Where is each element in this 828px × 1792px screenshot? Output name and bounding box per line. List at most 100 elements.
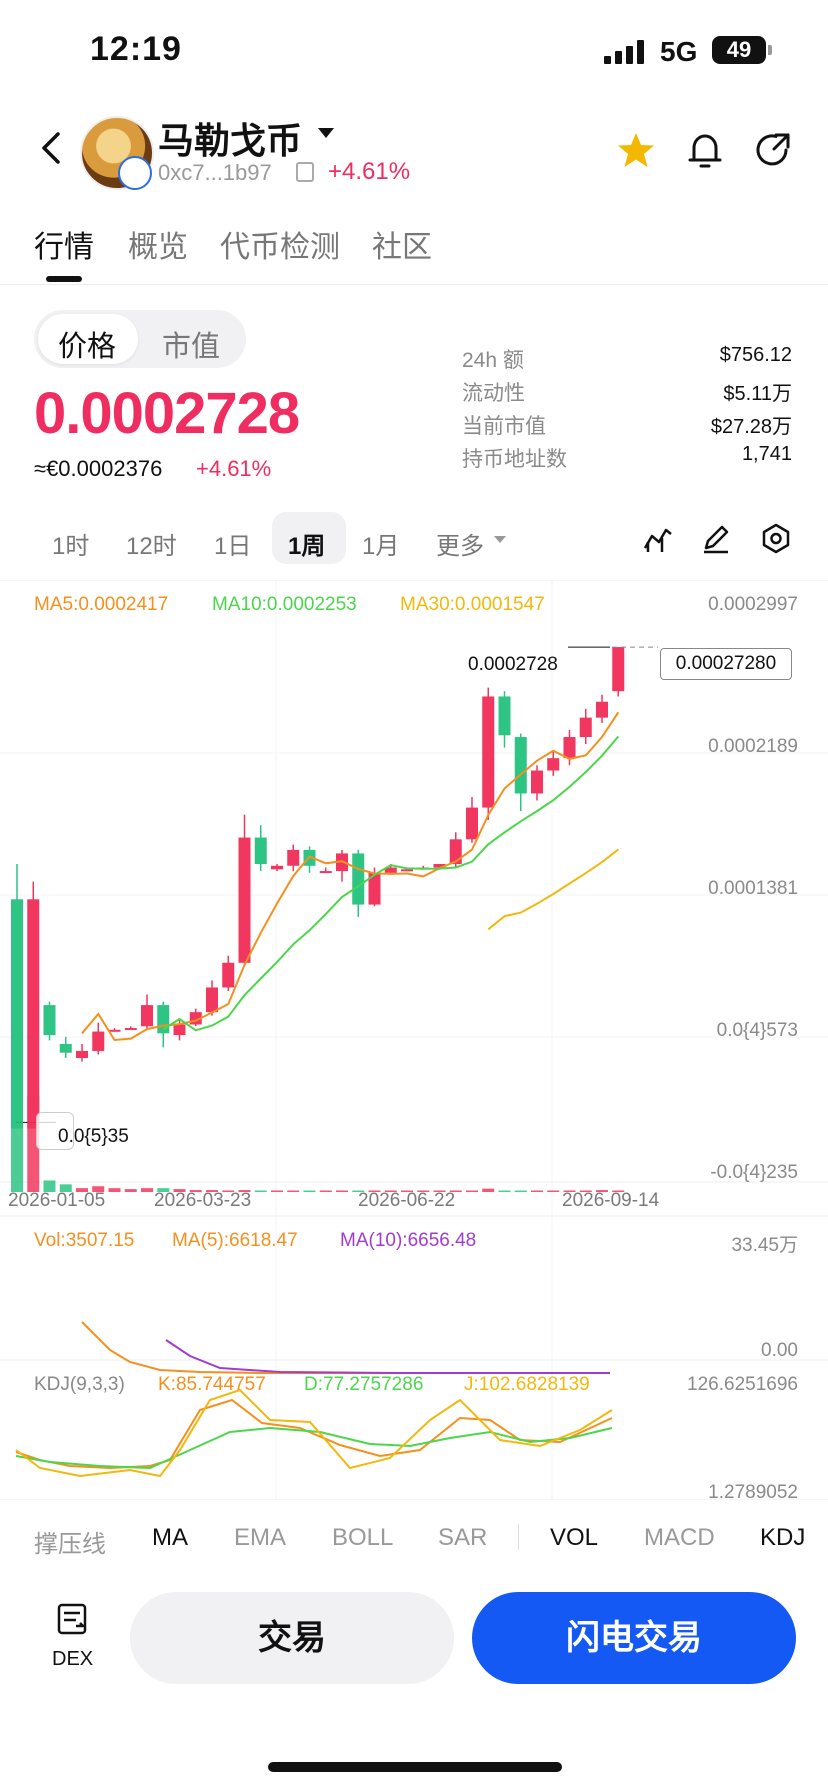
toggle-market-cap[interactable]: 市值 [162, 323, 220, 365]
dex-icon[interactable] [56, 1602, 90, 1638]
indicator-ma[interactable]: MA [152, 1524, 188, 1552]
volume-bar [547, 1190, 560, 1192]
volume-bar [482, 1188, 495, 1192]
chevron-down-icon[interactable] [318, 128, 334, 138]
indicator-support-resistance[interactable]: 撑压线 [34, 1524, 106, 1559]
timeframe-12h[interactable]: 12时 [126, 526, 177, 561]
timeframe-1m[interactable]: 1月 [362, 526, 399, 561]
candle-body [271, 865, 283, 870]
tab-overview[interactable]: 概览 [128, 222, 188, 266]
settings-hexagon-icon[interactable] [760, 522, 792, 554]
tabs-divider [0, 284, 828, 285]
volume-bar [141, 1188, 153, 1192]
indicator-chart-icon[interactable] [642, 522, 674, 554]
volume-bar [287, 1190, 300, 1192]
timeframe-1h[interactable]: 1时 [52, 526, 89, 561]
kdj-y-min: 1.2789052 [708, 1482, 798, 1503]
candle-body [59, 1043, 72, 1053]
token-name[interactable]: 马勒戈币 [158, 112, 302, 164]
last-price-label: 0.0002728 [468, 654, 558, 675]
share-icon[interactable] [754, 130, 792, 170]
candle-body [514, 737, 527, 794]
tab-community[interactable]: 社区 [372, 222, 432, 266]
flash-trade-button[interactable]: 闪电交易 [472, 1592, 796, 1684]
legend-kdj-d: D:77.2757286 [304, 1374, 424, 1395]
vol-y-max: 33.45万 [731, 1235, 798, 1256]
indicator-macd[interactable]: MACD [644, 1524, 715, 1552]
candle-body [76, 1050, 88, 1059]
candle-body [124, 1028, 137, 1031]
candle-body [206, 987, 218, 1013]
legend-vol-ma10: MA(10):6656.48 [340, 1230, 477, 1251]
indicator-kdj[interactable]: KDJ [760, 1524, 805, 1552]
copy-icon[interactable] [296, 162, 314, 182]
token-address: 0xc7...1b97 [158, 160, 272, 185]
x-tick-2: 2026-03-23 [154, 1190, 252, 1211]
ma30-line [487, 848, 619, 931]
kdj-y-max: 126.6251696 [687, 1374, 798, 1395]
tab-token-check[interactable]: 代币检测 [220, 222, 340, 266]
chain-badge-icon [118, 156, 152, 190]
timeframe-more[interactable]: 更多 [436, 526, 484, 561]
y-tick-1: 0.0002997 [708, 594, 798, 615]
volume-bar [11, 1115, 23, 1192]
candle-body [254, 837, 267, 865]
fiat-price: ≈€0.0002376 [34, 456, 163, 481]
timeframe-1d[interactable]: 1日 [214, 526, 251, 561]
volume-bar [124, 1189, 137, 1192]
low-price-label: 0.0{5}35 [58, 1126, 129, 1147]
price-change: +4.61% [196, 456, 272, 481]
volume-bar [498, 1190, 511, 1192]
more-chevron-icon [494, 536, 506, 543]
indicator-vol[interactable]: VOL [550, 1524, 598, 1552]
candle-body [579, 717, 592, 738]
tab-active-indicator [46, 276, 82, 282]
candle-body [92, 1031, 105, 1051]
stat-value-market-cap: $27.28万 [710, 416, 792, 438]
indicator-sar[interactable]: SAR [438, 1524, 487, 1552]
volume-bar [336, 1190, 348, 1192]
timeframe-1w[interactable]: 1周 [288, 526, 325, 561]
volume-bar [271, 1190, 283, 1192]
dex-label[interactable]: DEX [52, 1648, 93, 1671]
home-indicator [268, 1762, 562, 1772]
candle-body [612, 647, 625, 692]
draw-pencil-icon[interactable] [700, 522, 732, 554]
trade-button[interactable]: 交易 [130, 1592, 454, 1684]
indicator-ema[interactable]: EMA [234, 1524, 286, 1552]
indicator-boll[interactable]: BOLL [332, 1524, 393, 1552]
x-tick-1: 2026-01-05 [8, 1190, 106, 1211]
stat-value-liquidity: $5.11万 [723, 383, 792, 405]
legend-vol: Vol:3507.15 [34, 1230, 135, 1251]
stat-label-market-cap: 当前市值 [462, 415, 546, 438]
legend-ma5: MA5:0.0002417 [34, 594, 169, 615]
network-type: 5G [660, 36, 698, 67]
candle-body [43, 1005, 56, 1036]
vol-y-min: 0.00 [761, 1340, 798, 1361]
tab-market[interactable]: 行情 [34, 222, 94, 266]
candle-body [222, 962, 235, 988]
volume-ma10-line [165, 1339, 610, 1374]
volume-bar [254, 1190, 267, 1192]
back-arrow-icon[interactable] [34, 130, 70, 166]
bell-icon[interactable] [686, 130, 724, 170]
x-tick-3: 2026-06-22 [358, 1190, 456, 1211]
candle-body [531, 770, 543, 794]
candle-body [141, 1005, 153, 1027]
stat-label-holders: 持币地址数 [462, 448, 567, 471]
volume-bar [108, 1188, 121, 1192]
candle-body [596, 701, 608, 718]
toggle-price[interactable]: 价格 [58, 323, 116, 365]
kline-chart[interactable] [0, 580, 828, 1500]
last-price-box: 0.00027280 [660, 648, 792, 680]
legend-kdj-j: J:102.6828139 [464, 1374, 590, 1395]
y-tick-2: 0.0002189 [708, 736, 798, 757]
legend-vol-ma5: MA(5):6618.47 [172, 1230, 298, 1251]
legend-kdj: KDJ(9,3,3) [34, 1374, 125, 1395]
legend-ma10: MA10:0.0002253 [212, 594, 357, 615]
indicator-separator [518, 1524, 519, 1550]
volume-bar [319, 1190, 332, 1192]
volume-bar [303, 1190, 316, 1192]
candle-body [563, 737, 576, 759]
favorite-star-icon[interactable] [616, 130, 656, 170]
